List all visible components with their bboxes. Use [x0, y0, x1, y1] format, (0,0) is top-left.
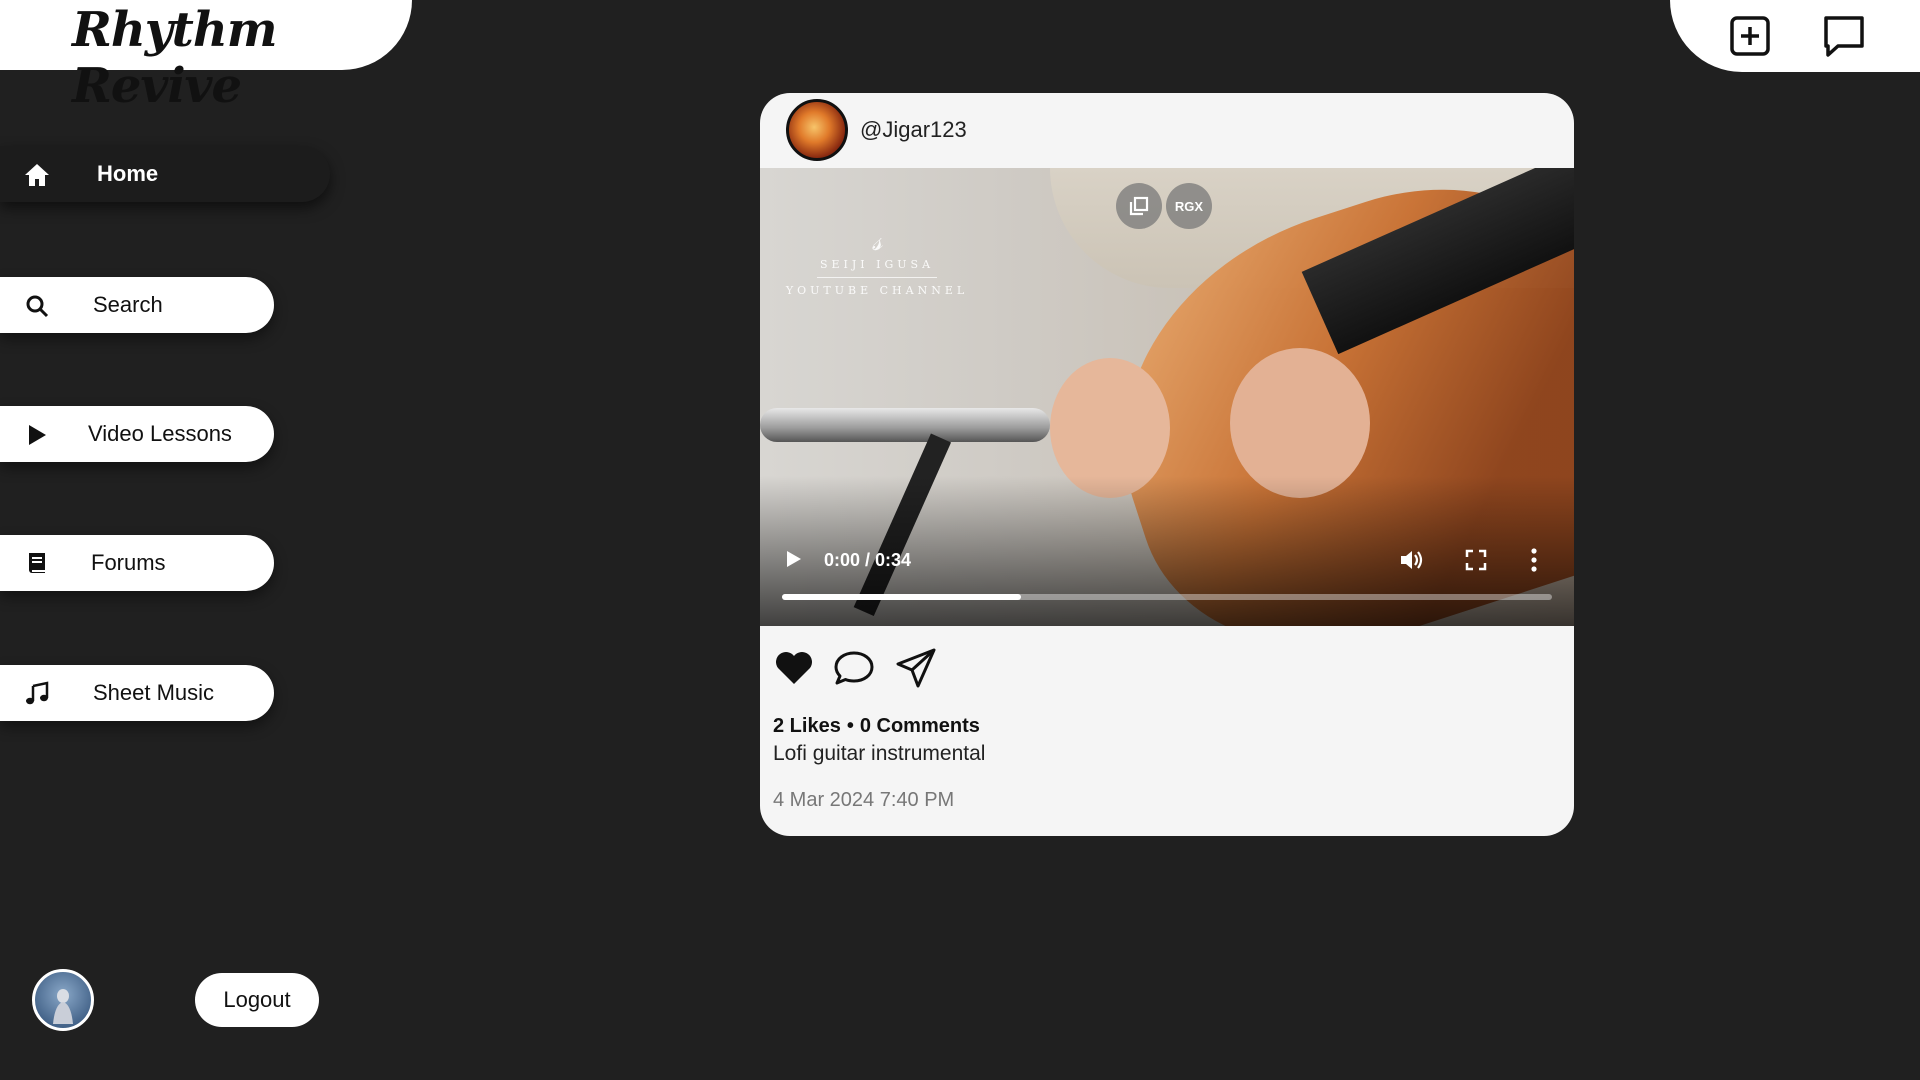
messages-button[interactable]: [1820, 12, 1868, 60]
video-time-display: 0:00 / 0:34: [824, 550, 912, 570]
more-options-button[interactable]: [1528, 546, 1540, 574]
sidebar-item-label: Forums: [91, 550, 166, 575]
fullscreen-button[interactable]: [1464, 548, 1488, 572]
like-button[interactable]: [772, 646, 816, 690]
play-icon: [29, 425, 46, 445]
video-progress-bar[interactable]: [782, 594, 1552, 600]
play-button[interactable]: [782, 548, 804, 570]
comments-count[interactable]: 0 Comments: [860, 715, 980, 737]
sidebar-item-sheet-music[interactable]: Sheet Music: [0, 665, 274, 721]
app-logo[interactable]: Rhythm Revive: [72, 2, 412, 114]
top-actions-bar: [1670, 0, 1920, 72]
sidebar-item-label: Sheet Music: [93, 680, 215, 705]
sidebar-item-video-lessons[interactable]: Video Lessons: [0, 406, 274, 462]
post-stats: 2 Likes • 0 Comments: [773, 715, 980, 738]
sidebar-item-forums[interactable]: Forums: [0, 535, 274, 591]
book-icon: [29, 553, 45, 573]
video-progress-fill: [782, 594, 1021, 600]
search-icon: [26, 295, 49, 318]
home-icon: [25, 164, 49, 186]
video-watermark: 𝓈 SEIJI IGUSA YOUTUBE CHANNEL: [782, 224, 972, 297]
post-author-username[interactable]: @Jigar123: [860, 117, 967, 143]
sidebar-item-home[interactable]: Home: [0, 146, 330, 202]
music-note-icon: [26, 681, 49, 705]
sidebar-item-search[interactable]: Search: [0, 277, 274, 333]
watermark-line1: SEIJI IGUSA: [819, 258, 935, 271]
user-avatar[interactable]: [32, 969, 94, 1031]
sidebar-item-label: Video Lessons: [88, 421, 232, 446]
copy-overlay-button[interactable]: [1116, 183, 1162, 229]
logo-container: Rhythm Revive: [0, 0, 412, 114]
volume-button[interactable]: [1397, 546, 1425, 574]
sidebar-item-label: Home: [97, 161, 159, 186]
comment-button[interactable]: [832, 646, 876, 690]
rgx-overlay-badge[interactable]: RGX: [1166, 183, 1212, 229]
post-header: @Jigar123: [760, 93, 1574, 168]
post-caption: Lofi guitar instrumental: [773, 742, 986, 765]
avatar-figure-icon: [53, 989, 73, 1024]
video-player[interactable]: 𝓈 SEIJI IGUSA YOUTUBE CHANNEL RGX 0:00 /…: [760, 168, 1574, 626]
video-scene-microphone: [760, 408, 1050, 442]
create-post-button[interactable]: [1726, 12, 1774, 60]
stats-separator: •: [846, 715, 854, 737]
watermark-divider: [817, 277, 937, 278]
likes-count[interactable]: 2 Likes: [773, 715, 841, 737]
logout-button[interactable]: Logout: [195, 973, 319, 1027]
post-card: @Jigar123 𝓈 SEIJI IGUSA YOUTUBE CHANNEL …: [760, 93, 1574, 836]
copy-icon: [1129, 196, 1149, 216]
share-button[interactable]: [894, 646, 938, 690]
watermark-signature-icon: 𝓈: [871, 224, 883, 257]
sidebar-item-label: Search: [93, 292, 163, 317]
watermark-line2: YOUTUBE CHANNEL: [785, 284, 969, 297]
post-timestamp: 4 Mar 2024 7:40 PM: [773, 789, 955, 811]
post-author-avatar[interactable]: [786, 99, 848, 161]
